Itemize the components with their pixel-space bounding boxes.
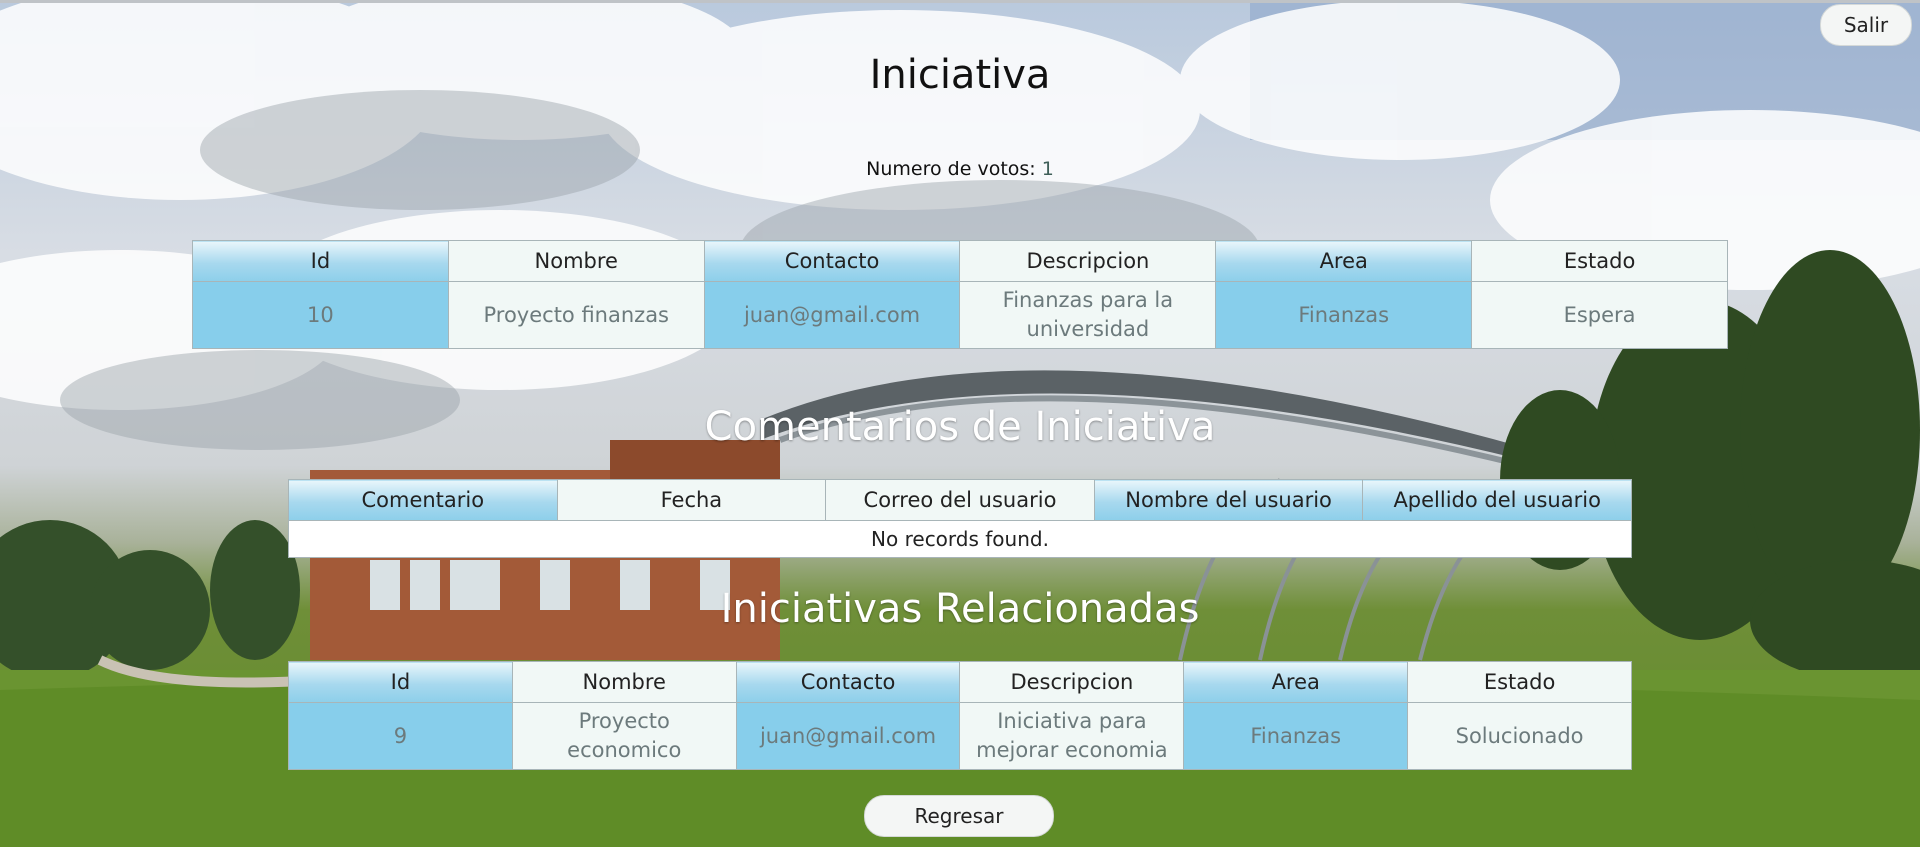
cell-nombre: Proyecto finanzas [447, 281, 705, 349]
comments-table: Comentario Fecha Correo del usuario Nomb… [288, 479, 1632, 558]
votes-label: Numero de votos: [866, 158, 1036, 180]
cell-descripcion: Iniciativa para mejorar economia [959, 702, 1185, 770]
column-header[interactable]: Nombre del usuario [1093, 479, 1364, 521]
table-row: 10 Proyecto finanzas juan@gmail.com Fina… [192, 281, 1728, 349]
cell-estado: Solucionado [1407, 702, 1632, 770]
column-header[interactable]: Contacto [735, 661, 961, 703]
back-button[interactable]: Regresar [864, 795, 1054, 837]
column-header[interactable]: Fecha [556, 479, 827, 521]
table-header-row: Id Nombre Contacto Descripcion Area Esta… [192, 240, 1728, 282]
cell-area: Finanzas [1183, 702, 1409, 770]
back-label: Regresar [914, 804, 1004, 828]
cell-nombre: Proyecto economico [511, 702, 737, 770]
column-header[interactable]: Area [1183, 661, 1409, 703]
page-title: Iniciativa [869, 52, 1051, 98]
cell-id: 10 [192, 281, 449, 349]
comments-section-title: Comentarios de Iniciativa [704, 404, 1216, 450]
related-initiatives-table: Id Nombre Contacto Descripcion Area Esta… [288, 661, 1632, 770]
column-header[interactable]: Comentario [288, 479, 558, 521]
column-header[interactable]: Descripcion [959, 661, 1185, 703]
column-header[interactable]: Area [1215, 240, 1473, 282]
cell-id: 9 [288, 702, 513, 770]
column-header[interactable]: Correo del usuario [825, 479, 1095, 521]
table-row: No records found. [288, 520, 1632, 558]
column-header[interactable]: Estado [1407, 661, 1632, 703]
table-header-row: Id Nombre Contacto Descripcion Area Esta… [288, 661, 1632, 703]
column-header[interactable]: Apellido del usuario [1362, 479, 1632, 521]
table-header-row: Comentario Fecha Correo del usuario Nomb… [288, 479, 1632, 521]
votes-count: Numero de votos: 1 [0, 158, 1920, 180]
top-border-line [0, 0, 1920, 3]
empty-message: No records found. [288, 520, 1632, 558]
cell-contacto: juan@gmail.com [703, 281, 961, 349]
related-section-title: Iniciativas Relacionadas [720, 586, 1200, 632]
initiative-table: Id Nombre Contacto Descripcion Area Esta… [192, 240, 1728, 349]
cell-estado: Espera [1471, 281, 1728, 349]
column-header[interactable]: Nombre [511, 661, 737, 703]
column-header[interactable]: Id [288, 661, 513, 703]
column-header[interactable]: Descripcion [959, 240, 1217, 282]
cell-contacto: juan@gmail.com [735, 702, 961, 770]
cell-area: Finanzas [1215, 281, 1473, 349]
column-header[interactable]: Id [192, 240, 449, 282]
logout-label: Salir [1843, 13, 1889, 37]
column-header[interactable]: Contacto [703, 240, 961, 282]
column-header[interactable]: Nombre [447, 240, 705, 282]
table-row[interactable]: 9 Proyecto economico juan@gmail.com Inic… [288, 702, 1632, 770]
column-header[interactable]: Estado [1471, 240, 1728, 282]
votes-value: 1 [1041, 158, 1054, 180]
cell-descripcion: Finanzas para la universidad [959, 281, 1217, 349]
logout-button[interactable]: Salir [1820, 4, 1912, 46]
